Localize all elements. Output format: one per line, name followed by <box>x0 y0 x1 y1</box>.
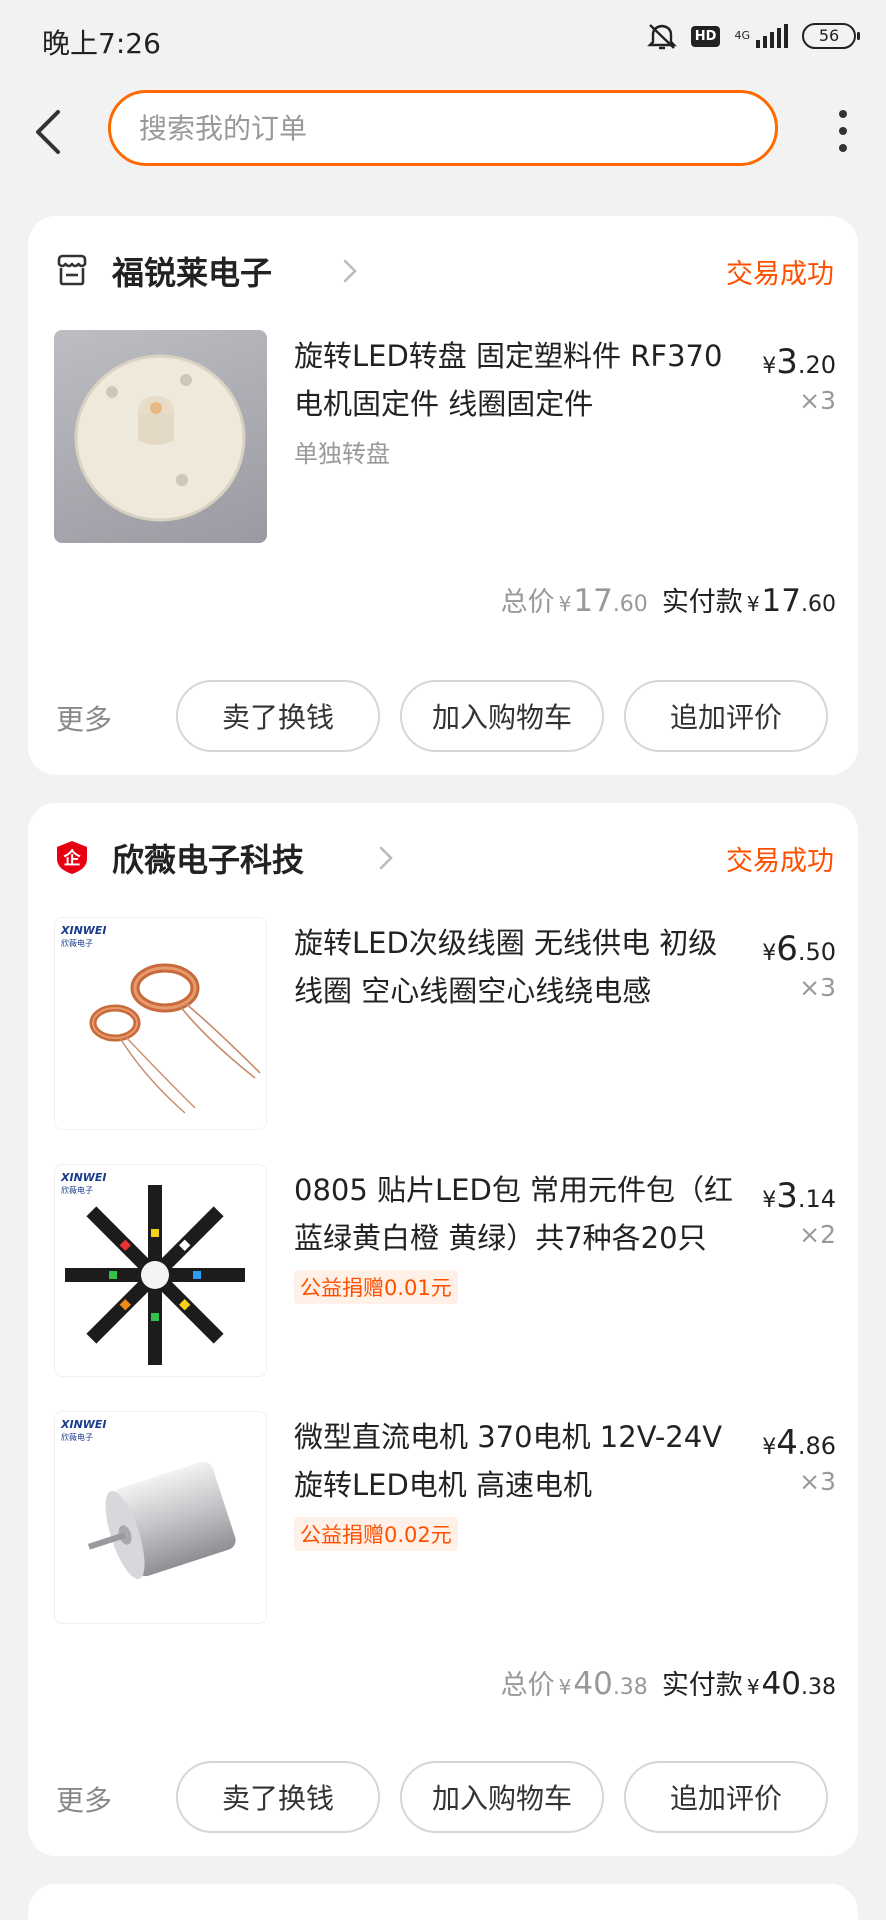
add-to-cart-button[interactable]: 加入购物车 <box>400 680 604 752</box>
currency-symbol: ¥ <box>558 592 572 616</box>
price-decimal: .20 <box>797 351 836 379</box>
price-decimal: .14 <box>797 1185 836 1213</box>
product-quantity: ×2 <box>799 1220 836 1249</box>
currency-symbol: ¥ <box>762 1188 777 1213</box>
paid-integer: 40 <box>761 1666 801 1702</box>
store-icon <box>57 254 87 286</box>
charity-badge: 公益捐赠0.02元 <box>294 1517 458 1551</box>
product-title[interactable]: 0805 贴片LED包 常用元件包（红蓝绿黄白橙 黄绿）共7种各20只 <box>294 1166 734 1262</box>
order-card[interactable] <box>28 1884 858 1920</box>
brand-logo: XINWEI <box>60 1418 107 1431</box>
order-card[interactable]: 企 欣薇电子科技 交易成功 XINWEI 欣薇电子 旋转LED次级线圈 无线供电… <box>28 803 858 1856</box>
add-review-button[interactable]: 追加评价 <box>624 680 828 752</box>
add-to-cart-button[interactable]: 加入购物车 <box>400 1761 604 1833</box>
product-price: ¥4.86 <box>762 1423 836 1463</box>
shop-badge-icon: 企 <box>57 841 87 874</box>
status-time: 晚上7:26 <box>42 27 161 60</box>
signal-icon <box>756 24 788 48</box>
order-total: 总价 ¥ 17 .60 实付款 ¥ 17 .60 <box>501 580 836 619</box>
order-item[interactable]: XINWEI 欣薇电子 0805 贴片LED包 常用元件包（红蓝绿黄白橙 黄绿）… <box>54 1164 836 1378</box>
paid-integer: 17 <box>761 583 801 619</box>
order-status: 交易成功 <box>726 259 834 290</box>
order-card[interactable]: 福锐莱电子 交易成功 旋转LED转盘 固定塑料件 RF370电机固定件 线圈固定… <box>28 216 858 775</box>
chevron-right-icon <box>343 259 357 283</box>
brand-logo: XINWEI <box>60 1171 107 1184</box>
search-input[interactable] <box>111 93 775 163</box>
currency-symbol: ¥ <box>762 941 777 966</box>
paid-label: 实付款 <box>661 587 743 618</box>
mute-icon <box>646 24 677 50</box>
total-integer: 17 <box>573 583 613 619</box>
product-quantity: ×3 <box>799 386 836 415</box>
more-icon[interactable] <box>820 100 866 162</box>
svg-text:企: 企 <box>63 848 82 869</box>
total-decimal: .38 <box>612 1675 648 1700</box>
shop-header[interactable]: 福锐莱电子 交易成功 <box>54 246 834 296</box>
total-label: 总价 <box>500 587 555 618</box>
product-title[interactable]: 旋转LED次级线圈 无线供电 初级线圈 空心线圈空心线绕电感 <box>294 919 734 1015</box>
total-decimal: .60 <box>612 592 648 617</box>
order-item[interactable]: XINWEI 欣薇电子 微型直流电机 370电机 12V-24V 旋转LED电机… <box>54 1411 836 1625</box>
product-quantity: ×3 <box>799 973 836 1002</box>
order-status: 交易成功 <box>726 846 834 877</box>
price-integer: 4 <box>776 1423 798 1463</box>
add-review-button[interactable]: 追加评价 <box>624 1761 828 1833</box>
total-integer: 40 <box>573 1666 613 1702</box>
currency-symbol: ¥ <box>746 592 760 616</box>
product-price: ¥6.50 <box>762 929 836 969</box>
product-price: ¥3.20 <box>762 342 836 382</box>
currency-symbol: ¥ <box>762 354 777 379</box>
status-icons: HD 4G 56 <box>646 22 860 50</box>
more-actions-link[interactable]: 更多 <box>56 698 112 738</box>
product-spec: 单独转盘 <box>294 440 390 468</box>
chevron-right-icon <box>379 846 393 870</box>
product-thumbnail[interactable]: XINWEI 欣薇电子 <box>54 1411 267 1624</box>
brand-logo-subtitle: 欣薇电子 <box>61 1432 93 1442</box>
brand-logo: XINWEI <box>60 924 107 937</box>
status-bar: 晚上7:26 HD 4G 56 <box>0 0 886 80</box>
back-button[interactable] <box>30 102 90 162</box>
product-price: ¥3.14 <box>762 1176 836 1216</box>
top-bar <box>0 80 886 180</box>
currency-symbol: ¥ <box>558 1675 572 1699</box>
paid-decimal: .38 <box>801 1675 836 1700</box>
paid-decimal: .60 <box>801 592 836 617</box>
total-label: 总价 <box>500 1670 555 1701</box>
shop-header[interactable]: 企 欣薇电子科技 交易成功 <box>54 833 834 883</box>
hd-badge: HD <box>690 25 721 47</box>
shop-name[interactable]: 福锐莱电子 <box>112 248 272 294</box>
brand-logo-subtitle: 欣薇电子 <box>61 938 93 948</box>
order-actions: 更多 卖了换钱 加入购物车 追加评价 <box>28 1761 858 1835</box>
product-thumbnail[interactable] <box>54 330 267 543</box>
shop-name[interactable]: 欣薇电子科技 <box>112 835 304 881</box>
more-actions-link[interactable]: 更多 <box>56 1779 112 1819</box>
order-total: 总价 ¥ 40 .38 实付款 ¥ 40 .38 <box>501 1663 836 1702</box>
brand-logo-subtitle: 欣薇电子 <box>61 1185 93 1195</box>
product-thumbnail[interactable]: XINWEI 欣薇电子 <box>54 1164 267 1377</box>
sell-button[interactable]: 卖了换钱 <box>176 680 380 752</box>
product-title[interactable]: 旋转LED转盘 固定塑料件 RF370电机固定件 线圈固定件 <box>294 332 734 428</box>
currency-symbol: ¥ <box>746 1675 760 1699</box>
search-box[interactable] <box>108 90 778 166</box>
charity-badge: 公益捐赠0.01元 <box>294 1270 458 1304</box>
product-title[interactable]: 微型直流电机 370电机 12V-24V 旋转LED电机 高速电机 <box>294 1413 734 1509</box>
battery-icon: 56 <box>802 23 860 49</box>
sell-button[interactable]: 卖了换钱 <box>176 1761 380 1833</box>
price-decimal: .50 <box>797 938 836 966</box>
back-icon <box>36 110 60 154</box>
currency-symbol: ¥ <box>762 1435 777 1460</box>
order-actions: 更多 卖了换钱 加入购物车 追加评价 <box>28 680 858 754</box>
price-integer: 6 <box>776 929 798 969</box>
price-integer: 3 <box>776 1176 798 1216</box>
price-integer: 3 <box>776 342 798 382</box>
order-item[interactable]: XINWEI 欣薇电子 旋转LED次级线圈 无线供电 初级线圈 空心线圈空心线绕… <box>54 917 836 1131</box>
product-quantity: ×3 <box>799 1467 836 1496</box>
order-item[interactable]: 旋转LED转盘 固定塑料件 RF370电机固定件 线圈固定件 单独转盘 ¥3.2… <box>54 330 836 544</box>
product-thumbnail[interactable]: XINWEI 欣薇电子 <box>54 917 267 1130</box>
network-label: 4G <box>734 29 750 42</box>
price-decimal: .86 <box>797 1432 836 1460</box>
paid-label: 实付款 <box>661 1670 743 1701</box>
